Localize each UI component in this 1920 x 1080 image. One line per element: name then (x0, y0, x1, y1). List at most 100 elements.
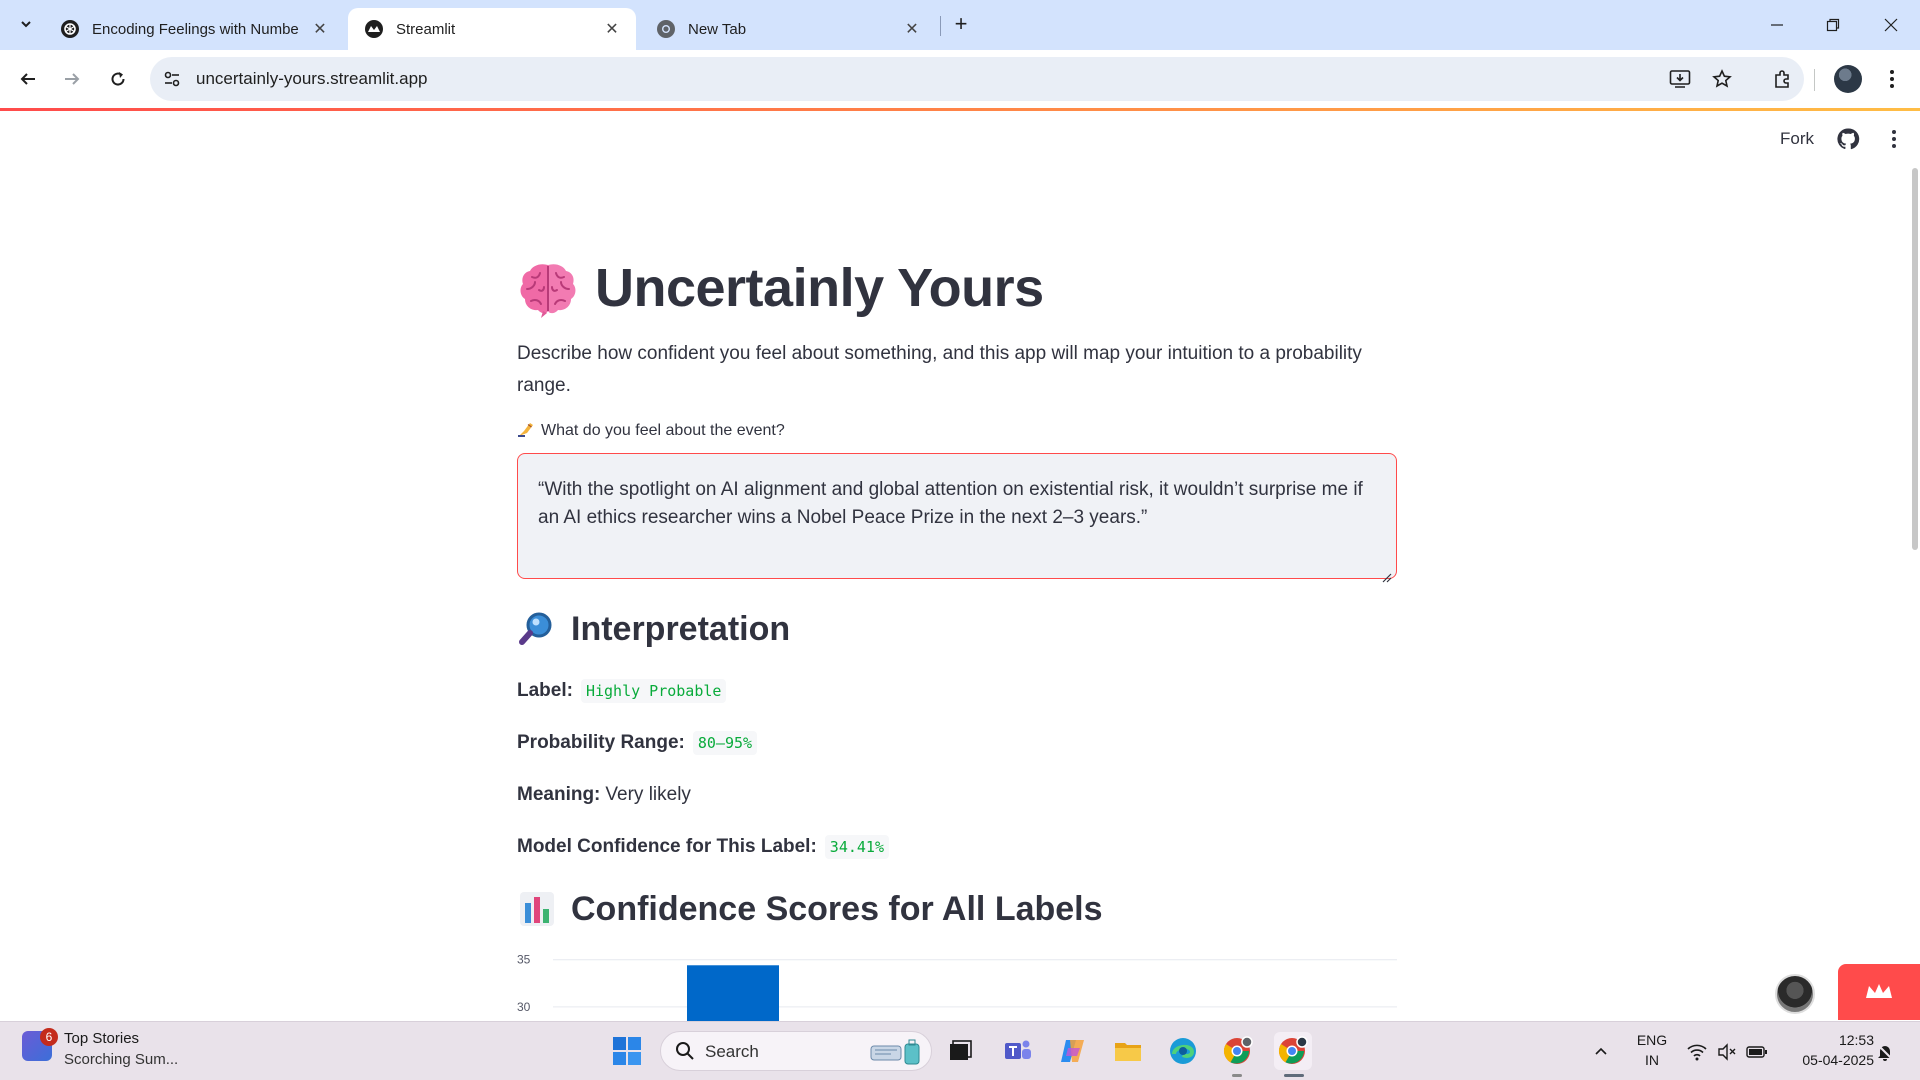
file-explorer-icon[interactable] (1109, 1032, 1147, 1070)
close-window-icon[interactable] (1868, 8, 1914, 42)
meaning-key: Meaning: (517, 784, 601, 805)
chrome-active-icon[interactable] (1274, 1032, 1312, 1070)
browser-tab-strip: Encoding Feelings with Numbe ✕ Streamlit… (0, 0, 1920, 50)
search-highlight-icon (869, 1038, 925, 1071)
streamlit-header: Fork (0, 111, 1920, 167)
minimize-icon[interactable] (1754, 8, 1800, 42)
windows-start-icon[interactable] (608, 1032, 646, 1070)
wifi-icon[interactable] (1686, 1041, 1708, 1063)
site-info-icon[interactable] (162, 69, 182, 89)
chart-ytick-label: 35 (517, 955, 531, 967)
confidence-bar-chart-svg: 35 30 (517, 955, 1397, 1021)
meaning-row: Meaning: Very likely (517, 781, 1397, 809)
tab-search-chevron-icon[interactable] (12, 10, 40, 38)
show-hidden-icons-chevron-icon[interactable] (1590, 1041, 1612, 1063)
clock-date[interactable]: 05-04-2025 (1780, 1052, 1874, 1068)
resize-grip-icon[interactable] (1382, 564, 1392, 583)
magnifier-icon (517, 609, 557, 649)
new-tab-plus-icon[interactable]: + (948, 11, 974, 37)
meaning-value: Very likely (605, 784, 691, 805)
model-confidence-row: Model Confidence for This Label: 34.41% (517, 833, 1397, 861)
taskbar-search-box[interactable]: Search (660, 1031, 932, 1071)
tab-title: Encoding Feelings with Numbe (92, 20, 299, 38)
main-content: Uncertainly Yours Describe how confident… (517, 250, 1397, 935)
app-description: Describe how confident you feel about so… (517, 343, 1362, 396)
language-line1[interactable]: ENG (1630, 1032, 1674, 1048)
confidence-bar-chart: 35 30 (517, 955, 1397, 1021)
label-row: Label: Highly Probable (517, 677, 1397, 705)
fork-button[interactable]: Fork (1780, 129, 1814, 149)
page-scrollbar[interactable] (1912, 168, 1918, 550)
restore-icon[interactable] (1810, 8, 1856, 42)
address-bar[interactable]: uncertainly-yours.streamlit.app (150, 57, 1804, 101)
model-confidence-key: Model Confidence for This Label: (517, 836, 817, 857)
close-tab-icon[interactable]: ✕ (602, 19, 622, 39)
battery-icon[interactable] (1746, 1041, 1768, 1063)
profile-avatar[interactable] (1834, 65, 1862, 93)
volume-muted-icon[interactable] (1716, 1041, 1738, 1063)
chrome-icon (656, 19, 676, 39)
notifications-bell-icon[interactable] (1874, 1041, 1896, 1063)
copilot-icon[interactable] (1054, 1032, 1092, 1070)
bar-chart-icon (517, 889, 557, 929)
forward-icon[interactable] (56, 63, 88, 95)
task-view-icon[interactable] (941, 1032, 979, 1070)
language-line2[interactable]: IN (1630, 1052, 1674, 1068)
writing-hand-icon (517, 420, 535, 443)
close-tab-icon[interactable]: ✕ (310, 19, 330, 39)
clock-time[interactable]: 12:53 (1780, 1032, 1874, 1048)
brain-icon (517, 257, 579, 319)
event-feeling-text: “With the spotlight on AI alignment and … (538, 479, 1363, 528)
confidence-scores-heading: Confidence Scores for All Labels (517, 883, 1397, 935)
confidence-scores-heading-text: Confidence Scores for All Labels (571, 889, 1103, 928)
browser-toolbar: uncertainly-yours.streamlit.app (0, 50, 1920, 108)
streamlit-icon (364, 19, 384, 39)
label-key: Label: (517, 680, 573, 701)
probability-range-key: Probability Range: (517, 732, 685, 753)
probability-range-value: 80–95% (692, 731, 758, 755)
chart-ytick-label: 30 (517, 1000, 531, 1014)
toolbar-separator (1814, 69, 1815, 91)
extensions-puzzle-icon[interactable] (1766, 63, 1798, 95)
running-indicator (1232, 1074, 1242, 1077)
interpretation-heading-text: Interpretation (571, 609, 791, 648)
event-input-label: What do you feel about the event? (517, 420, 1397, 442)
page-title: Uncertainly Yours (517, 250, 1397, 326)
tab-new-tab[interactable]: New Tab ✕ (640, 8, 936, 50)
tab-encoding-feelings[interactable]: Encoding Feelings with Numbe ✕ (44, 8, 344, 50)
install-app-icon[interactable] (1668, 67, 1692, 91)
crown-icon (1866, 984, 1892, 998)
creator-avatar[interactable] (1775, 974, 1815, 1014)
reload-icon[interactable] (102, 63, 134, 95)
interpretation-heading: Interpretation (517, 603, 1397, 655)
model-confidence-value: 34.41% (824, 835, 889, 859)
app-menu-icon[interactable] (1882, 127, 1906, 151)
probability-range-row: Probability Range: 80–95% (517, 729, 1397, 757)
news-badge: 6 (40, 1028, 58, 1046)
news-title[interactable]: Top Stories (64, 1030, 139, 1047)
tab-streamlit[interactable]: Streamlit ✕ (348, 8, 636, 50)
search-icon (675, 1041, 695, 1066)
chart-bar[interactable] (687, 965, 779, 1021)
bookmark-star-icon[interactable] (1710, 67, 1734, 91)
teams-icon[interactable] (999, 1032, 1037, 1070)
news-subtitle[interactable]: Scorching Sum... (64, 1051, 178, 1068)
search-label: Search (705, 1042, 759, 1061)
tab-title: Streamlit (396, 20, 456, 38)
back-icon[interactable] (12, 63, 44, 95)
event-feeling-textarea[interactable]: “With the spotlight on AI alignment and … (517, 453, 1397, 583)
url-text: uncertainly-yours.streamlit.app (196, 69, 428, 88)
tab-separator (940, 16, 941, 36)
tab-title: New Tab (688, 20, 747, 38)
label-value: Highly Probable (580, 679, 727, 703)
windows-taskbar: 6 Top Stories Scorching Sum... Search EN… (0, 1021, 1920, 1080)
openai-icon (60, 19, 80, 39)
edge-icon[interactable] (1164, 1032, 1202, 1070)
chrome-profile-icon[interactable] (1219, 1032, 1257, 1070)
event-input-label-text: What do you feel about the event? (541, 422, 785, 439)
close-tab-icon[interactable]: ✕ (902, 19, 922, 39)
browser-menu-icon[interactable] (1876, 63, 1908, 95)
page-title-text: Uncertainly Yours (595, 258, 1044, 318)
streamlit-badge[interactable] (1838, 964, 1920, 1020)
github-icon[interactable] (1836, 127, 1860, 151)
